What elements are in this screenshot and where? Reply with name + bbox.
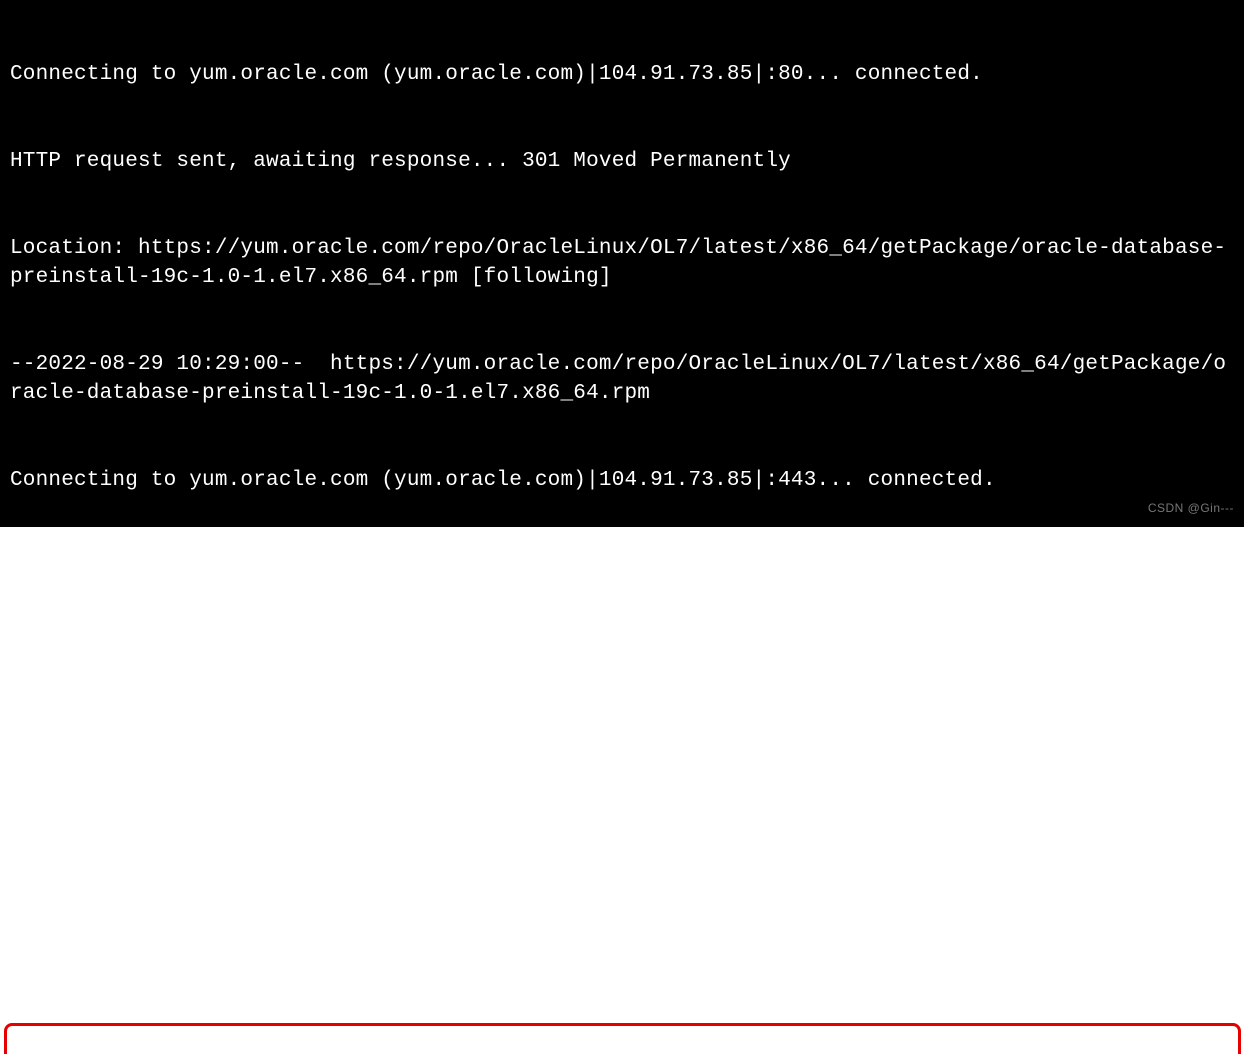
output-retry-url: --2022-08-29 10:29:00-- https://yum.orac… (10, 350, 1238, 408)
terminal-window[interactable]: Connecting to yum.oracle.com (yum.oracle… (0, 0, 1244, 527)
output-http-200: HTTP request sent, awaiting response... … (10, 553, 1238, 582)
output-length: Length: 18204 (18K) [application/x-rpm] (10, 640, 1238, 669)
output-blank-line (10, 814, 1238, 843)
output-connecting-http: Connecting to yum.oracle.com (yum.oracle… (10, 60, 1238, 89)
output-location: Location: https://yum.oracle.com/repo/Or… (10, 234, 1238, 292)
output-http-301: HTTP request sent, awaiting response... … (10, 147, 1238, 176)
output-connecting-https: Connecting to yum.oracle.com (yum.oracle… (10, 466, 1238, 495)
output-saving-to: Saving to: ‘oracle-database-preinstall-1… (10, 727, 1238, 756)
watermark-text: CSDN @Gin--- (1148, 494, 1234, 523)
output-progress-bar: 100%[===================================… (10, 901, 1238, 930)
annotation-highlight-box: 2022-08-29 10:29:01 (1.37 MB/s) - ‘oracl… (4, 1023, 1241, 1054)
